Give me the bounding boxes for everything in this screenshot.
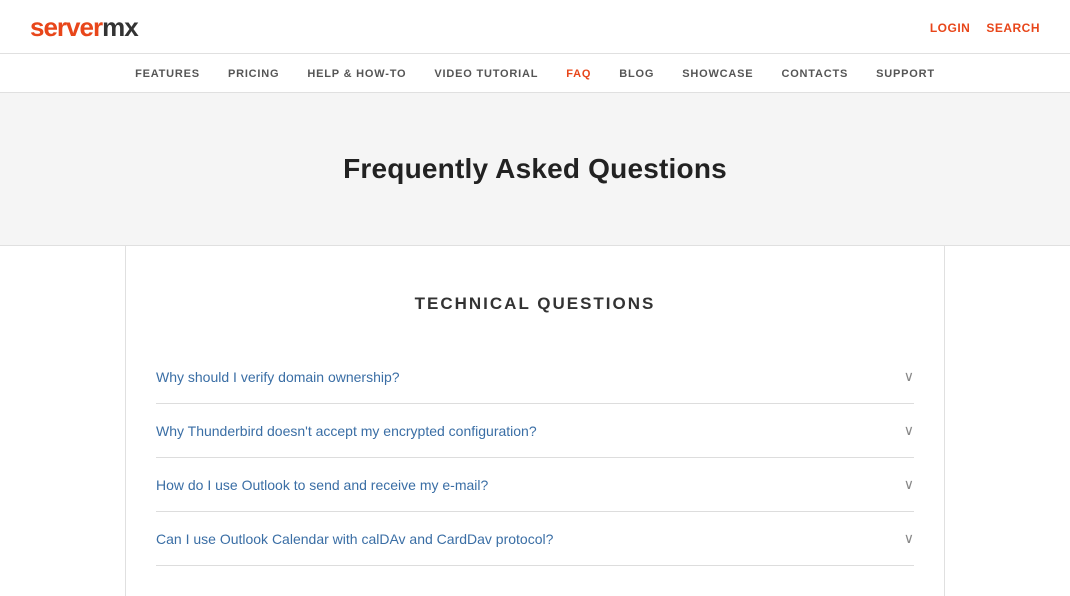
main-nav: FEATURES PRICING HELP & HOW-TO VIDEO TUTORI…: [0, 54, 1070, 93]
nav-item-video-tutorial[interactable]: VIDEO TUTORIAL: [434, 68, 538, 80]
search-link[interactable]: SEARCH: [986, 21, 1040, 35]
faq-question: Can I use Outlook Calendar with calDAv a…: [156, 531, 892, 547]
faq-list: Why should I verify domain ownership?∨Wh…: [156, 350, 914, 566]
chevron-down-icon: ∨: [904, 368, 914, 385]
nav-item-contacts[interactable]: CONTACTS: [781, 68, 848, 80]
logo[interactable]: servermx: [30, 12, 138, 53]
chevron-down-icon: ∨: [904, 422, 914, 439]
faq-question: Why Thunderbird doesn't accept my encryp…: [156, 423, 892, 439]
faq-content-wrapper: TECHNICAL QUESTIONS Why should I verify …: [125, 246, 945, 596]
chevron-down-icon: ∨: [904, 476, 914, 493]
nav-item-support[interactable]: SUPPORT: [876, 68, 935, 80]
header: servermx LOGIN SEARCH: [0, 0, 1070, 54]
hero-banner: Frequently Asked Questions: [0, 93, 1070, 246]
nav-item-faq[interactable]: FAQ: [566, 68, 591, 80]
faq-item[interactable]: How do I use Outlook to send and receive…: [156, 458, 914, 512]
nav-item-help---how-to[interactable]: HELP & HOW-TO: [307, 68, 406, 80]
nav-item-features[interactable]: FEATURES: [135, 68, 200, 80]
nav-item-pricing[interactable]: PRICING: [228, 68, 279, 80]
login-link[interactable]: LOGIN: [930, 21, 971, 35]
faq-item[interactable]: Can I use Outlook Calendar with calDAv a…: [156, 512, 914, 566]
section-title: TECHNICAL QUESTIONS: [156, 294, 914, 314]
logo-orange: server: [30, 12, 102, 42]
top-right-links: LOGIN SEARCH: [930, 21, 1040, 45]
faq-question: How do I use Outlook to send and receive…: [156, 477, 892, 493]
page-title: Frequently Asked Questions: [30, 153, 1040, 185]
logo-dark: mx: [102, 12, 138, 42]
faq-item[interactable]: Why should I verify domain ownership? ∨: [156, 350, 914, 404]
faq-item[interactable]: Why Thunderbird doesn't accept my encryp…: [156, 404, 914, 458]
faq-question: Why should I verify domain ownership?: [156, 369, 892, 385]
nav-item-showcase[interactable]: SHOWCASE: [682, 68, 753, 80]
nav-item-blog[interactable]: BLOG: [619, 68, 654, 80]
chevron-down-icon: ∨: [904, 530, 914, 547]
